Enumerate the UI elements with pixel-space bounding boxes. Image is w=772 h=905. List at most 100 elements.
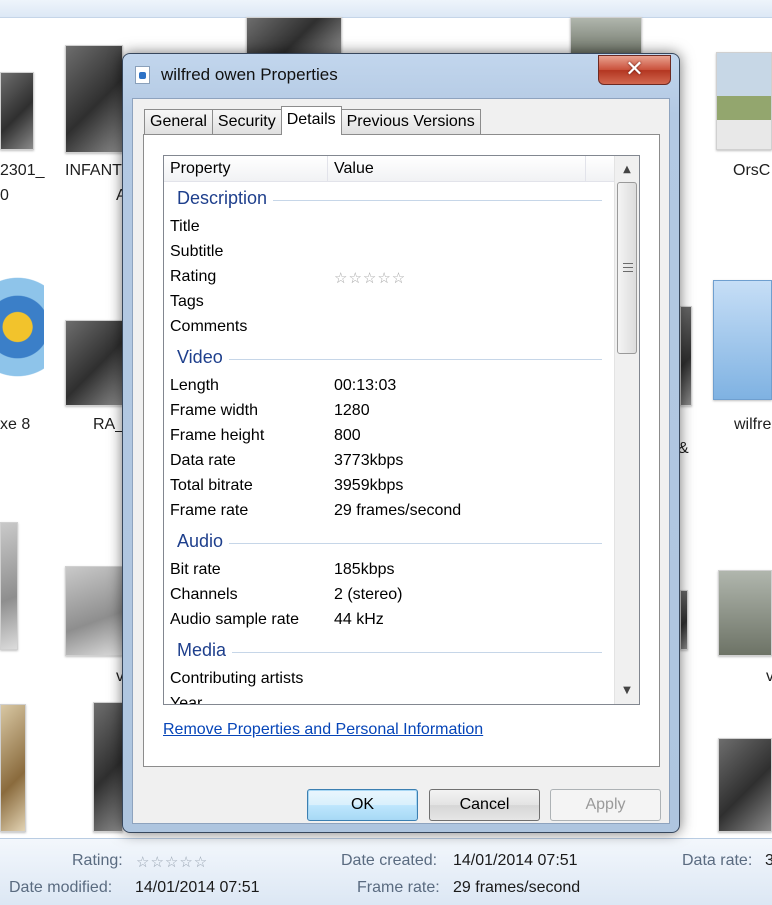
thumbnail-cemetery[interactable] xyxy=(716,52,772,150)
thumbnail-gravestone[interactable] xyxy=(570,17,642,57)
video-file-icon xyxy=(135,66,150,84)
property-value: 3959kbps xyxy=(334,477,404,494)
property-name: Title xyxy=(170,218,200,235)
list-item[interactable]: Length 00:13:03 xyxy=(170,375,610,400)
list-header: Property Value xyxy=(164,156,614,182)
property-name: Data rate xyxy=(170,452,236,469)
list-item[interactable]: Subtitle xyxy=(170,241,610,266)
file-label[interactable]: xe 8 xyxy=(0,416,30,434)
thumbnail-soldier[interactable] xyxy=(93,702,123,832)
status-frame-rate-label: Frame rate: xyxy=(357,879,440,896)
tab-general[interactable]: General xyxy=(144,109,213,134)
list-item[interactable]: Audio sample rate 44 kHz xyxy=(170,609,610,634)
column-header-value[interactable]: Value xyxy=(334,160,374,178)
file-label[interactable]: RA_ xyxy=(93,416,124,434)
list-item[interactable]: Channels 2 (stereo) xyxy=(170,584,610,609)
group-divider xyxy=(177,359,602,360)
thumbnail-field-hospital[interactable] xyxy=(718,738,772,832)
list-item[interactable]: Frame width 1280 xyxy=(170,400,610,425)
rating-stars[interactable]: ☆☆☆☆☆ xyxy=(334,269,406,287)
group-media[interactable]: Media xyxy=(177,640,602,664)
grip-line xyxy=(623,263,633,264)
property-list[interactable]: Property Value Description Title Subtitl… xyxy=(163,155,640,705)
group-divider xyxy=(177,543,602,544)
list-item[interactable]: Bit rate 185kbps xyxy=(170,559,610,584)
title-bar[interactable]: wilfred owen Properties ✕ xyxy=(123,54,679,98)
list-body: Description Title Subtitle Rating ☆☆☆☆☆ xyxy=(164,183,614,705)
list-item[interactable]: Tags xyxy=(170,291,610,316)
property-value: 3773kbps xyxy=(334,452,404,469)
group-heading: Media xyxy=(177,640,233,661)
group-heading: Audio xyxy=(177,531,230,552)
property-name: Bit rate xyxy=(170,561,221,578)
list-item[interactable]: Contributing artists xyxy=(170,668,610,693)
list-item[interactable]: Data rate 3773kbps xyxy=(170,450,610,475)
ok-button[interactable]: OK xyxy=(307,789,418,821)
property-value: 44 kHz xyxy=(334,611,384,628)
remove-properties-link[interactable]: Remove Properties and Personal Informati… xyxy=(163,721,483,739)
thumbnail-poster[interactable] xyxy=(0,704,26,832)
folder-icon[interactable] xyxy=(713,280,772,400)
list-item[interactable]: Rating ☆☆☆☆☆ xyxy=(170,266,610,291)
thumbnail-graves[interactable] xyxy=(65,566,123,656)
status-rating-stars[interactable]: ☆☆☆☆☆ xyxy=(136,853,208,871)
status-data-rate-label: Data rate: xyxy=(682,852,753,869)
explorer-top-strip xyxy=(0,0,772,18)
column-divider[interactable] xyxy=(327,156,328,182)
property-value: 2 (stereo) xyxy=(334,586,403,603)
file-label[interactable]: wilfre xyxy=(734,416,771,434)
property-value: 800 xyxy=(334,427,361,444)
group-heading: Video xyxy=(177,347,229,368)
property-name: Comments xyxy=(170,318,248,335)
tab-details[interactable]: Details xyxy=(280,106,342,135)
property-name: Contributing artists xyxy=(170,670,304,687)
property-name: Tags xyxy=(170,293,204,310)
status-data-rate-value: 3 xyxy=(765,852,772,869)
group-description[interactable]: Description xyxy=(177,188,602,212)
thumbnail-memorial-stone[interactable] xyxy=(718,570,772,656)
file-label[interactable]: 0 xyxy=(0,187,9,205)
list-item[interactable]: Frame height 800 xyxy=(170,425,610,450)
status-date-modified-label: Date modified: xyxy=(9,879,113,896)
thumbnail-war-photo[interactable] xyxy=(0,72,34,150)
property-value: 29 frames/second xyxy=(334,502,462,519)
group-audio[interactable]: Audio xyxy=(177,531,602,555)
thumbnail-portrait[interactable] xyxy=(0,522,18,650)
scrollbar-thumb[interactable] xyxy=(617,182,637,354)
thumbnail-infantry[interactable] xyxy=(65,45,123,153)
bird-app-icon[interactable] xyxy=(0,264,44,404)
status-date-created-label: Date created: xyxy=(341,852,438,869)
property-value: 185kbps xyxy=(334,561,395,578)
scroll-down-arrow-icon[interactable]: ▼ xyxy=(615,679,639,701)
group-heading: Description xyxy=(177,188,274,209)
property-name: Channels xyxy=(170,586,238,603)
property-name: Frame rate xyxy=(170,502,249,519)
details-pane: Rating: ☆☆☆☆☆ Date created: 14/01/2014 0… xyxy=(0,838,772,905)
column-header-property[interactable]: Property xyxy=(170,160,230,178)
list-item[interactable]: Total bitrate 3959kbps xyxy=(170,475,610,500)
scroll-up-arrow-icon[interactable]: ▲ xyxy=(615,158,639,180)
file-label[interactable]: OrsC xyxy=(733,162,770,180)
thumbnail-regiment[interactable] xyxy=(65,320,123,406)
group-video[interactable]: Video xyxy=(177,347,602,371)
close-button[interactable]: ✕ xyxy=(598,55,671,85)
tab-security[interactable]: Security xyxy=(211,109,282,134)
thumbnail-soldiers[interactable] xyxy=(246,17,342,55)
thumbnail-film-strip[interactable] xyxy=(680,306,692,406)
list-item[interactable]: Year xyxy=(170,693,610,705)
property-name: Year xyxy=(170,695,203,705)
file-label[interactable]: 2301_ xyxy=(0,162,45,180)
tab-previous-versions[interactable]: Previous Versions xyxy=(340,109,481,134)
file-label[interactable]: v xyxy=(766,668,772,686)
file-label[interactable]: INFANT xyxy=(65,162,122,180)
column-divider[interactable] xyxy=(585,156,586,182)
list-item[interactable]: Title xyxy=(170,216,610,241)
thumbnail-partial[interactable] xyxy=(680,590,688,650)
property-name: Audio sample rate xyxy=(170,611,299,628)
apply-button[interactable]: Apply xyxy=(550,789,661,821)
list-item[interactable]: Comments xyxy=(170,316,610,341)
cancel-button[interactable]: Cancel xyxy=(429,789,540,821)
list-item[interactable]: Frame rate 29 frames/second xyxy=(170,500,610,525)
vertical-scrollbar[interactable]: ▲ ▼ xyxy=(614,156,639,704)
property-value: 00:13:03 xyxy=(334,377,397,394)
